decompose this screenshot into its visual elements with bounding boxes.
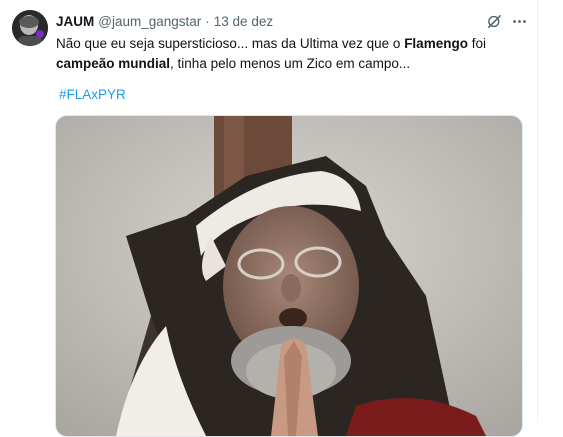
separator-dot: ·	[205, 13, 210, 29]
tweet[interactable]: JAUM @jaum_gangstar · 13 de dez Não que …	[0, 0, 538, 437]
tweet-text-bold: Flamengo	[404, 36, 468, 51]
more-icon[interactable]	[508, 10, 530, 32]
tweet-date[interactable]: 13 de dez	[214, 14, 273, 29]
tweet-text-bold: campeão mundial	[56, 56, 171, 71]
tweet-text: Não que eu seja supersticioso... mas da …	[56, 34, 526, 74]
hashtag-link[interactable]: #FLAxPYR	[59, 87, 126, 102]
tweet-text-part: foi	[467, 36, 486, 51]
tweet-text-part: , tinha pelo menos um Zico em campo...	[170, 56, 411, 71]
tweet-media[interactable]	[55, 115, 523, 437]
grok-icon[interactable]	[483, 10, 505, 32]
avatar[interactable]	[12, 10, 48, 46]
tweet-text-part: Não que eu seja supersticioso... mas da …	[56, 36, 405, 51]
display-name[interactable]: JAUM	[56, 14, 94, 29]
tweet-header: JAUM @jaum_gangstar · 13 de dez	[56, 12, 273, 30]
user-handle[interactable]: @jaum_gangstar	[98, 14, 201, 29]
header-actions	[480, 10, 530, 32]
